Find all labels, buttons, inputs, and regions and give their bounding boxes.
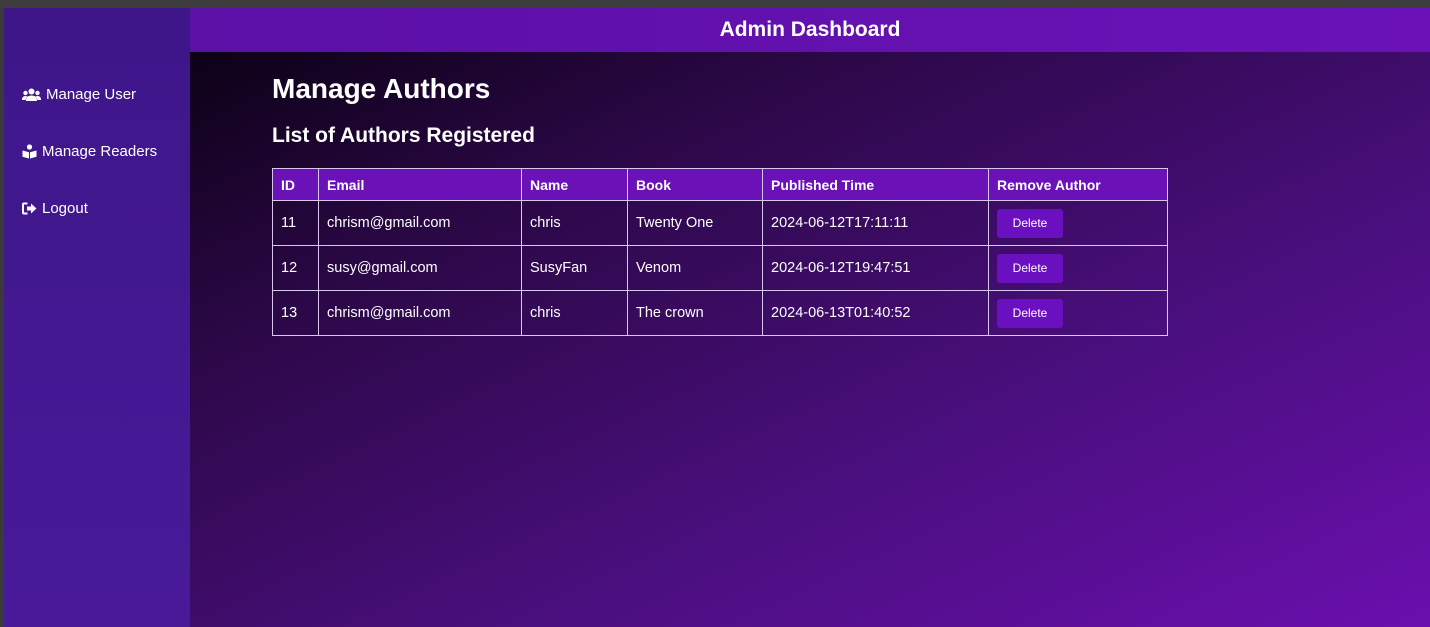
column-header-remove-author: Remove Author [988, 168, 1168, 201]
cell-remove-author: Delete [988, 290, 1168, 336]
readers-icon [22, 144, 37, 159]
column-header-name: Name [521, 168, 628, 201]
cell-name: chris [521, 290, 628, 336]
cell-remove-author: Delete [988, 200, 1168, 246]
table-header-row: ID Email Name Book Published Time Remove… [272, 168, 1168, 201]
table-row: 13 chrism@gmail.com chris The crown 2024… [272, 290, 1168, 336]
sidebar-item-logout[interactable]: Logout [22, 200, 88, 217]
cell-published-time: 2024-06-12T19:47:51 [762, 245, 989, 291]
table-row: 11 chrism@gmail.com chris Twenty One 202… [272, 200, 1168, 246]
dashboard-header: Admin Dashboard [190, 8, 1430, 52]
table-row: 12 susy@gmail.com SusyFan Venom 2024-06-… [272, 245, 1168, 291]
cell-book: Venom [627, 245, 763, 291]
delete-author-button[interactable]: Delete [997, 298, 1063, 328]
window-top-strip [0, 0, 1430, 8]
cell-book: Twenty One [627, 200, 763, 246]
users-icon [22, 88, 41, 101]
page-title: Manage Authors [272, 73, 491, 104]
app-frame: Manage User Manage Readers Logout Admin … [4, 8, 1430, 627]
column-header-id: ID [272, 168, 319, 201]
column-header-email: Email [318, 168, 522, 201]
column-header-book: Book [627, 168, 763, 201]
sidebar-item-label: Manage User [46, 86, 137, 103]
cell-remove-author: Delete [988, 245, 1168, 291]
cell-book: The crown [627, 290, 763, 336]
cell-name: SusyFan [521, 245, 628, 291]
header-title: Admin Dashboard [719, 18, 901, 41]
cell-email: susy@gmail.com [318, 245, 522, 291]
sidebar-item-label: Manage Readers [42, 143, 158, 160]
sidebar-item-manage-user[interactable]: Manage User [22, 86, 136, 103]
logout-icon [22, 202, 37, 215]
cell-name: chris [521, 200, 628, 246]
delete-author-button[interactable]: Delete [997, 253, 1063, 283]
delete-author-button[interactable]: Delete [997, 208, 1063, 238]
cell-id: 11 [272, 200, 319, 246]
cell-id: 12 [272, 245, 319, 291]
cell-published-time: 2024-06-12T17:11:11 [762, 200, 989, 246]
cell-id: 13 [272, 290, 319, 336]
column-header-published-time: Published Time [762, 168, 989, 201]
main-content: Admin Dashboard Manage Authors List of A… [190, 8, 1430, 627]
sidebar: Manage User Manage Readers Logout [4, 8, 190, 627]
cell-email: chrism@gmail.com [318, 200, 522, 246]
sidebar-item-label: Logout [42, 200, 88, 217]
cell-email: chrism@gmail.com [318, 290, 522, 336]
section-subtitle: List of Authors Registered [272, 124, 535, 147]
cell-published-time: 2024-06-13T01:40:52 [762, 290, 989, 336]
sidebar-item-manage-readers[interactable]: Manage Readers [22, 143, 157, 160]
authors-table: ID Email Name Book Published Time Remove… [272, 168, 1168, 336]
